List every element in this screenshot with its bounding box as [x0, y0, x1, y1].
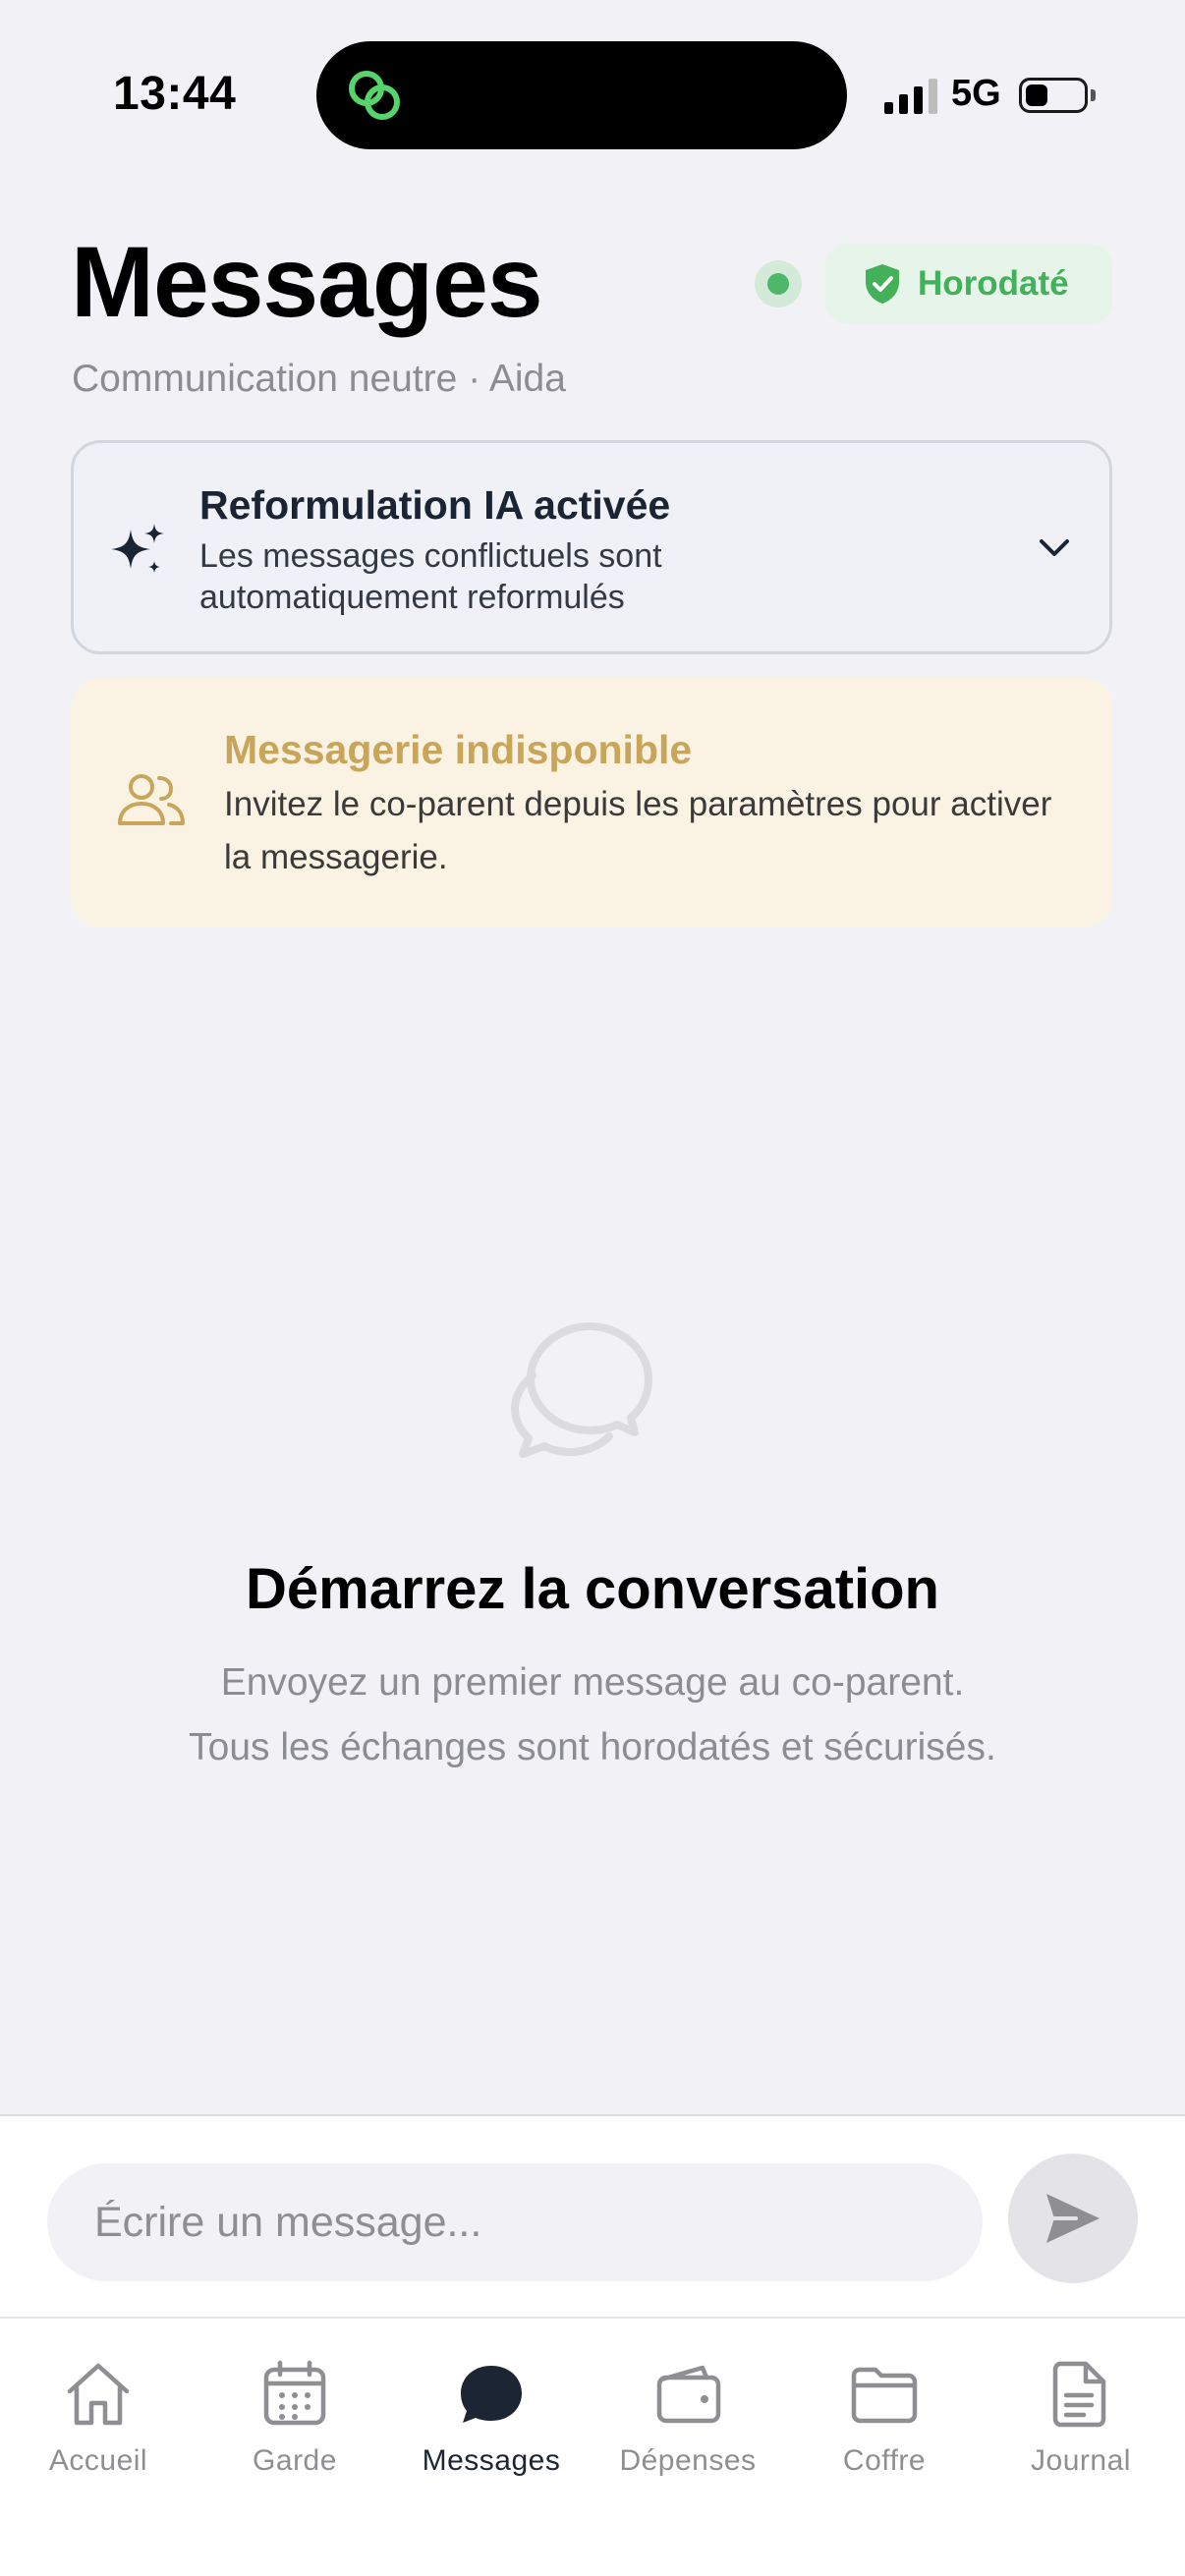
battery-icon [1019, 78, 1088, 113]
messaging-unavailable-notice: Messagerie indisponible Invitez le co-pa… [71, 678, 1112, 927]
send-icon [1046, 2194, 1100, 2243]
ai-card-title: Reformulation IA activée [199, 482, 671, 528]
tab-label: Dépenses [619, 2444, 757, 2477]
bottom-tab-bar: Accueil Garde Messages Dépenses Coffre J… [0, 2317, 1185, 2576]
tab-depenses[interactable]: Dépenses [590, 2358, 786, 2486]
network-type: 5G [951, 73, 1001, 114]
folder-icon [851, 2367, 918, 2424]
tab-label: Messages [422, 2444, 561, 2477]
badge-label: Horodaté [918, 264, 1069, 303]
home-icon [67, 2363, 130, 2426]
chat-bubbles-icon [511, 1322, 652, 1458]
ai-reformulation-card[interactable]: Reformulation IA activée Les messages co… [71, 440, 1112, 654]
tab-journal[interactable]: Journal [983, 2358, 1179, 2486]
tab-label: Garde [253, 2444, 337, 2477]
message-input[interactable] [47, 2163, 983, 2281]
page-title: Messages [71, 226, 543, 338]
timestamp-badge: Horodaté [825, 244, 1112, 324]
tab-garde[interactable]: Garde [197, 2358, 393, 2486]
message-composer [0, 2114, 1185, 2317]
tab-accueil[interactable]: Accueil [0, 2358, 197, 2486]
shield-check-icon [866, 264, 899, 304]
linked-rings-icon [349, 71, 400, 120]
tab-coffre[interactable]: Coffre [786, 2358, 983, 2486]
document-icon [1052, 2361, 1106, 2428]
online-status-indicator [755, 260, 802, 308]
chevron-down-icon[interactable] [1035, 528, 1074, 567]
status-time: 13:44 [113, 68, 237, 120]
chat-icon [461, 2366, 522, 2423]
tab-messages[interactable]: Messages [393, 2358, 590, 2486]
empty-state-description: Envoyez un premier message au co-parent.… [0, 1651, 1185, 1780]
notice-title: Messagerie indisponible [224, 727, 693, 772]
sparkles-icon [111, 524, 164, 573]
ai-card-description: Les messages conflictuels sont automatiq… [199, 537, 662, 616]
page-subtitle: Communication neutre · Aida [72, 358, 566, 400]
cellular-signal-icon [884, 77, 937, 114]
users-icon [118, 774, 185, 825]
empty-state-title: Démarrez la conversation [246, 1557, 939, 1621]
calendar-icon [263, 2360, 326, 2426]
battery-cap [1091, 89, 1096, 101]
notice-description: Invitez le co-parent depuis les paramètr… [224, 785, 1052, 876]
dynamic-island [316, 41, 847, 149]
empty-state-line-2: Tous les échanges sont horodatés et sécu… [189, 1726, 996, 1768]
tab-label: Journal [1031, 2444, 1131, 2477]
empty-state-line-1: Envoyez un premier message au co-parent. [220, 1661, 965, 1704]
tab-label: Coffre [842, 2444, 927, 2477]
tab-label: Accueil [48, 2444, 148, 2477]
send-button[interactable] [1008, 2154, 1138, 2283]
wallet-icon [656, 2365, 721, 2424]
